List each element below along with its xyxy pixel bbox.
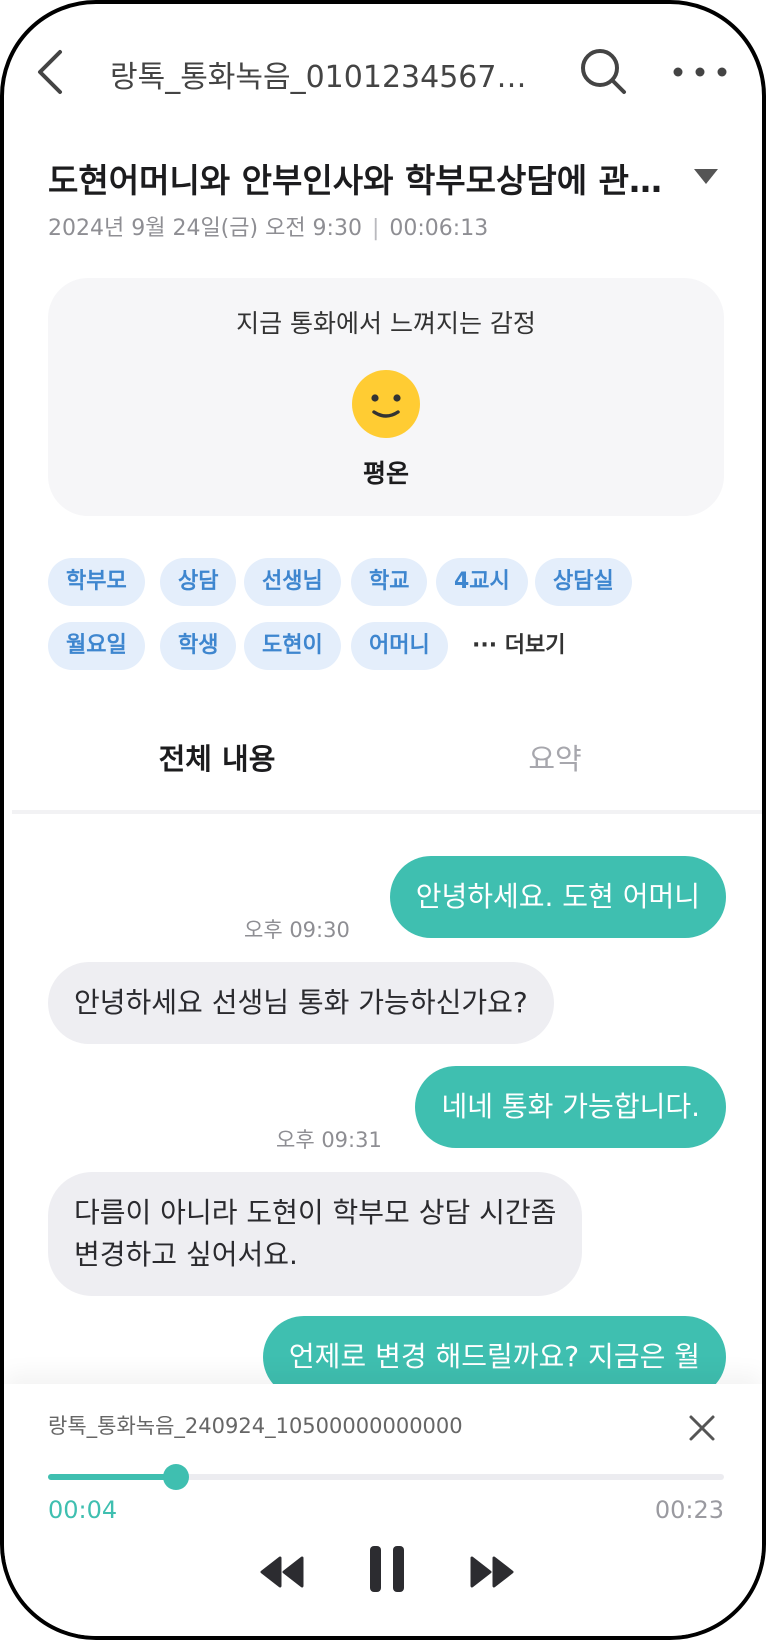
tag-chip[interactable]: 선생님 xyxy=(244,558,341,606)
message-bubble-other: 안녕하세요 선생님 통화 가능하신가요? xyxy=(48,962,554,1044)
progress-thumb[interactable] xyxy=(163,1464,190,1490)
tabs-divider xyxy=(12,810,762,814)
recording-meta: 2024년 9월 24일(금) 오전 9:30 | 00:06:13 xyxy=(48,210,488,242)
message-time: 오후 09:30 xyxy=(244,918,350,942)
tag-chip[interactable]: 학생 xyxy=(160,622,237,670)
recording-title: 도현어머니와 안부인사와 학부모상담에 관… xyxy=(48,161,662,200)
more-options-icon[interactable] xyxy=(670,60,730,84)
fast-forward-icon[interactable] xyxy=(468,1554,516,1590)
current-time: 00:04 xyxy=(48,1496,118,1524)
message-bubble-me: 안녕하세요. 도현 어머니 xyxy=(389,856,726,938)
transcript-list[interactable]: 안녕하세요. 도현 어머니 오후 09:30 안녕하세요 선생님 통화 가능하신… xyxy=(4,816,762,1384)
pause-icon[interactable] xyxy=(368,1544,406,1594)
tag-chip[interactable]: 학교 xyxy=(351,558,428,606)
tab-full-content[interactable]: 전체 내용 xyxy=(48,704,386,814)
message-bubble-me: 네네 통화 가능합니다. xyxy=(415,1066,726,1148)
message-bubble-me: 언제로 변경 해드릴까요? 지금은 월 xyxy=(262,1316,726,1384)
message-text: 언제로 변경 해드릴까요? 지금은 월 xyxy=(288,1340,700,1373)
message-text: 안녕하세요 선생님 통화 가능하신가요? xyxy=(74,986,528,1019)
emotion-card: 지금 통화에서 느껴지는 감정 평온 xyxy=(48,278,724,516)
tag-chip[interactable]: 도현이 xyxy=(244,622,341,670)
content-tabs: 전체 내용 요약 xyxy=(48,704,724,814)
app-header: 랑톡_통화녹음_01012345678… xyxy=(4,4,762,134)
meta-separator: | xyxy=(371,216,380,241)
more-tags-button[interactable]: ··· 더보기 xyxy=(472,622,565,670)
emotion-heading: 지금 통화에서 느껴지는 감정 xyxy=(236,309,536,338)
phone-frame: 랑톡_통화녹음_01012345678… 도현어머니와 안부인사와 학부모상담에… xyxy=(0,0,766,1640)
player-file-name: 랑톡_통화녹음_240924_10500000000000 xyxy=(48,1414,463,1438)
back-arrow-icon[interactable] xyxy=(32,46,72,98)
tab-summary[interactable]: 요약 xyxy=(386,704,724,814)
message-time: 오후 09:31 xyxy=(276,1128,382,1152)
recording-date: 2024년 9월 24일(금) 오전 9:30 xyxy=(48,216,362,241)
total-time: 00:23 xyxy=(654,1496,724,1524)
emotion-label: 평온 xyxy=(362,459,409,488)
tag-chip[interactable]: 상담실 xyxy=(535,558,632,606)
caret-down-icon[interactable] xyxy=(692,166,720,186)
message-text-line: 변경하고 싶어서요. xyxy=(74,1238,298,1271)
progress-track[interactable] xyxy=(48,1464,724,1490)
audio-player: 랑톡_통화녹음_240924_10500000000000 00:04 00:2… xyxy=(4,1384,762,1636)
recording-duration: 00:06:13 xyxy=(389,216,489,241)
file-title: 랑톡_통화녹음_01012345678… xyxy=(110,60,540,95)
tag-chip[interactable]: 4교시 xyxy=(436,558,528,606)
message-text: 안녕하세요. 도현 어머니 xyxy=(415,880,700,913)
smile-emoji-icon xyxy=(352,370,420,438)
tag-chip[interactable]: 어머니 xyxy=(351,622,448,670)
search-icon[interactable] xyxy=(578,46,628,96)
message-bubble-other: 다름이 아니라 도현이 학부모 상담 시간좀 변경하고 싶어서요. xyxy=(48,1172,583,1296)
message-text-line: 다름이 아니라 도현이 학부모 상담 시간좀 xyxy=(74,1196,557,1229)
rewind-icon[interactable] xyxy=(258,1554,306,1590)
close-icon[interactable] xyxy=(684,1410,720,1446)
progress-fill xyxy=(48,1474,177,1480)
tag-chip[interactable]: 학부모 xyxy=(48,558,145,606)
message-text: 네네 통화 가능합니다. xyxy=(441,1090,700,1123)
tag-chip[interactable]: 월요일 xyxy=(48,622,145,670)
tag-chip[interactable]: 상담 xyxy=(160,558,237,606)
